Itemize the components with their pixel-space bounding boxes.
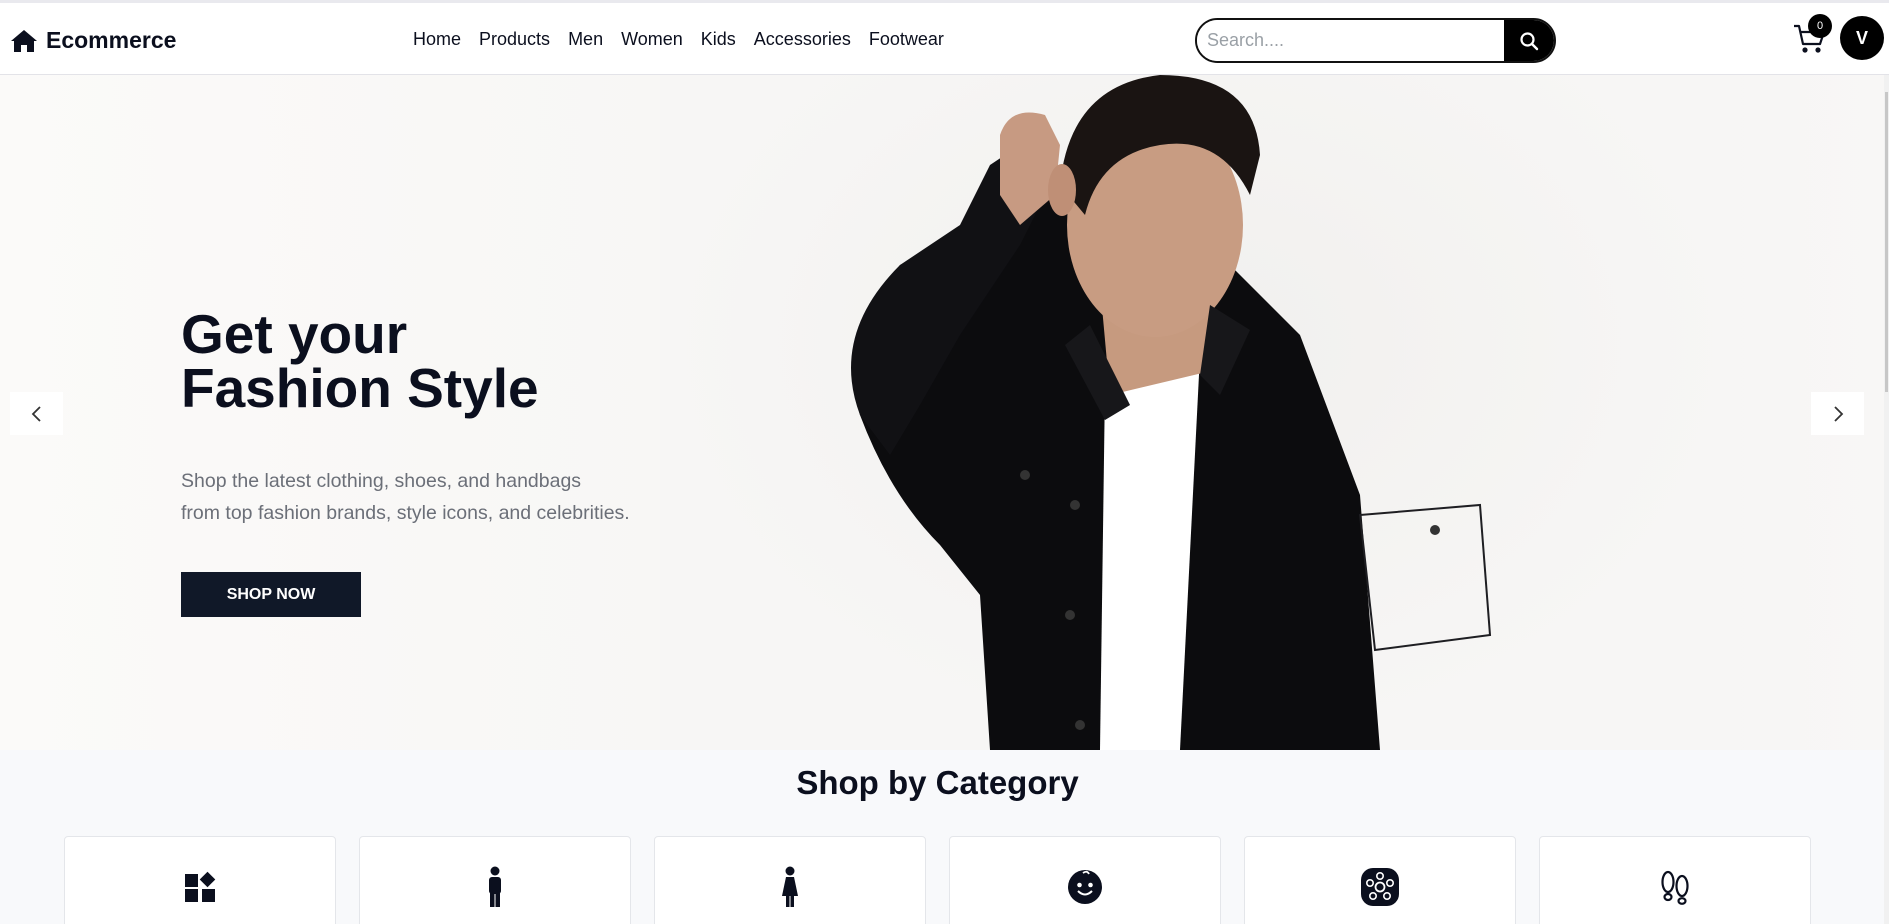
search-bar <box>1195 18 1556 63</box>
nav-footwear[interactable]: Footwear <box>869 29 944 50</box>
category-card[interactable] <box>654 836 926 924</box>
footprints-icon <box>1655 867 1695 907</box>
grid-icon <box>180 867 220 907</box>
search-icon <box>1520 31 1539 50</box>
hero-subtitle: Shop the latest clothing, shoes, and han… <box>181 465 630 529</box>
hero-title-line-2: Fashion Style <box>181 357 539 419</box>
category-card[interactable] <box>359 836 631 924</box>
hero-model-image <box>660 75 1740 750</box>
man-icon <box>475 866 515 907</box>
nav-products[interactable]: Products <box>479 29 550 50</box>
baby-face-icon <box>1065 867 1105 907</box>
hero-title: Get your Fashion Style <box>181 303 539 419</box>
chevron-left-icon <box>31 405 41 422</box>
nav-kids[interactable]: Kids <box>701 29 736 50</box>
accessories-icon <box>1360 867 1400 907</box>
category-card[interactable] <box>949 836 1221 924</box>
nav-men[interactable]: Men <box>568 29 603 50</box>
brand[interactable]: Ecommerce <box>10 27 176 54</box>
hero-subtitle-line-1: Shop the latest clothing, shoes, and han… <box>181 470 582 492</box>
woman-icon <box>770 866 810 907</box>
cart-count-badge: 0 <box>1808 14 1832 38</box>
nav-home[interactable]: Home <box>413 29 461 50</box>
main-nav: Home Products Men Women Kids Accessories… <box>413 29 944 50</box>
category-card[interactable] <box>1539 836 1811 924</box>
site-header: Ecommerce Home Products Men Women Kids A… <box>0 0 1889 75</box>
brand-name: Ecommerce <box>46 27 177 53</box>
search-button[interactable] <box>1504 20 1554 61</box>
carousel-prev-button[interactable] <box>10 392 63 435</box>
hero-subtitle-line-2: from top fashion brands, style icons, an… <box>181 502 630 524</box>
nav-women[interactable]: Women <box>621 29 683 50</box>
category-cards <box>64 836 1811 924</box>
user-avatar[interactable]: V <box>1840 16 1884 60</box>
model-illustration <box>851 75 1492 750</box>
chevron-right-icon <box>1833 405 1843 422</box>
category-card[interactable] <box>64 836 336 924</box>
home-icon <box>11 29 37 52</box>
category-section-title: Shop by Category <box>796 764 1079 801</box>
scrollbar-thumb[interactable] <box>1885 92 1888 392</box>
category-card[interactable] <box>1244 836 1516 924</box>
search-input[interactable] <box>1197 20 1504 61</box>
hero-title-line-1: Get your <box>181 303 408 365</box>
carousel-next-button[interactable] <box>1811 392 1864 435</box>
nav-accessories[interactable]: Accessories <box>754 29 851 50</box>
shop-now-button[interactable]: SHOP NOW <box>181 572 361 617</box>
hero-banner: Get your Fashion Style Shop the latest c… <box>0 75 1889 750</box>
